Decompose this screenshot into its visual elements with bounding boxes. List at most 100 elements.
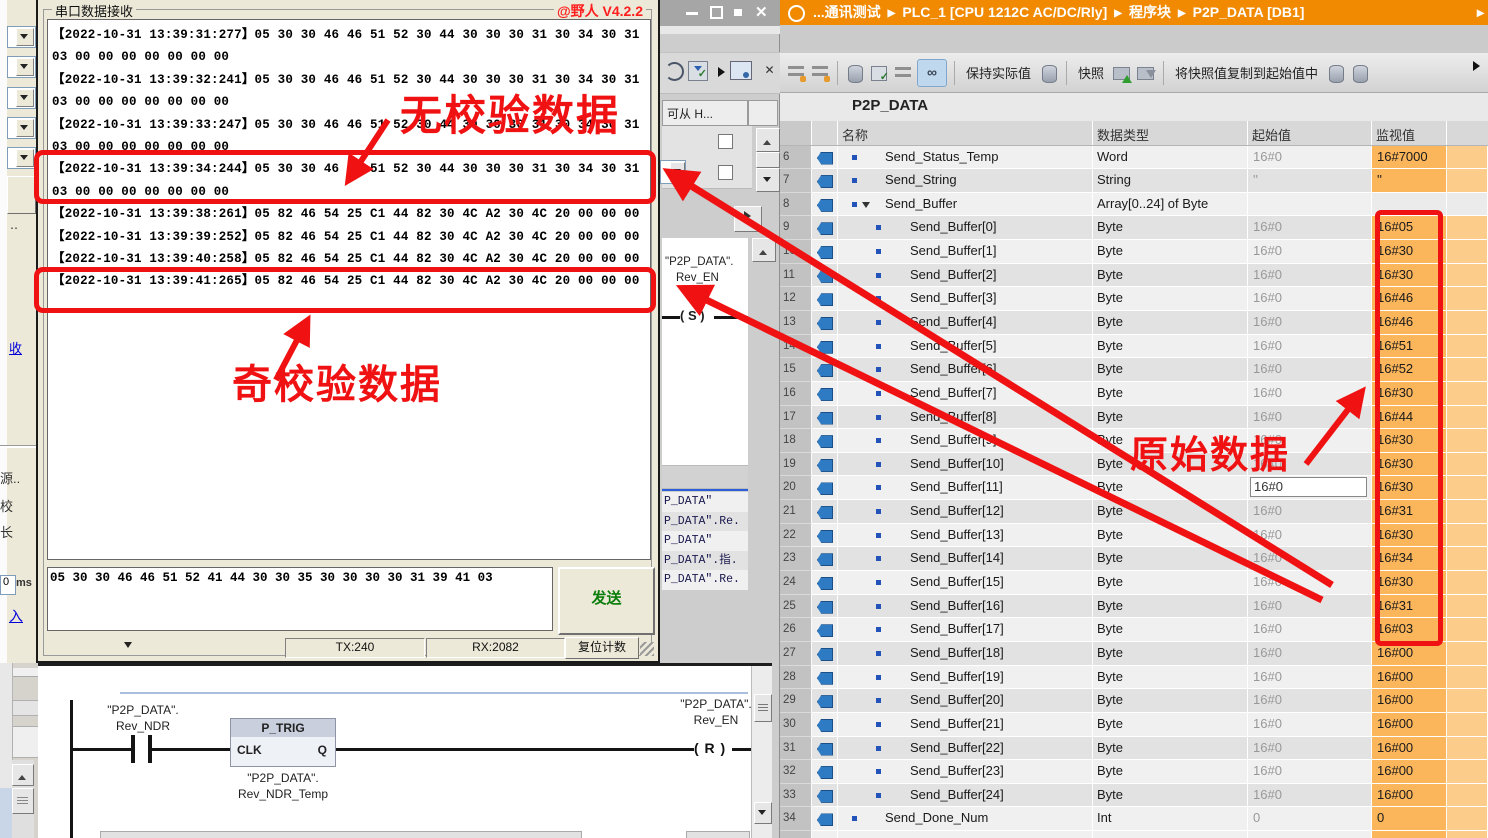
ms-input-fragment[interactable]: 0 (0, 575, 16, 595)
table-row[interactable]: 30Send_Buffer[21]Byte16#016#00 (780, 713, 1488, 737)
list-item[interactable]: P_DATA".指. (662, 551, 748, 571)
set-coil[interactable]: ( S ) (680, 308, 705, 323)
minimize-icon[interactable] (686, 12, 698, 15)
expand-right-button[interactable] (734, 206, 762, 232)
table-row[interactable]: 9Send_Buffer[0]Byte16#016#05 (780, 216, 1488, 240)
checkbox[interactable] (718, 134, 733, 149)
table-row[interactable]: 14Send_Buffer[5]Byte16#016#51 (780, 335, 1488, 359)
table-row[interactable]: 19Send_Buffer[10]Byte16#016#30 (780, 453, 1488, 477)
table-row[interactable]: 29Send_Buffer[20]Byte16#016#00 (780, 689, 1488, 713)
scrollbar-thumb[interactable] (754, 694, 772, 722)
monitor-all-icon[interactable]: ∞ (917, 59, 947, 87)
header-type[interactable]: 数据类型 (1093, 121, 1248, 145)
table-row[interactable]: 33Send_Buffer[24]Byte16#016#00 (780, 784, 1488, 808)
scrollbar-thumb[interactable] (12, 788, 34, 814)
window-user-icon[interactable] (730, 61, 752, 80)
keep-actual-label[interactable]: 保持实际值 (966, 63, 1031, 82)
import-link[interactable]: 入 (9, 606, 23, 626)
expand-icon[interactable] (718, 67, 730, 77)
table-row[interactable]: 10Send_Buffer[1]Byte16#016#30 (780, 240, 1488, 264)
chevron-down-icon[interactable] (16, 58, 34, 76)
send-button[interactable]: 发送 (558, 567, 655, 635)
contact-bar[interactable] (131, 735, 135, 763)
db-copy2-icon[interactable] (1350, 63, 1370, 83)
table-row[interactable]: 22Send_Buffer[13]Byte16#016#30 (780, 524, 1488, 548)
checkbox[interactable] (718, 165, 733, 180)
list-item[interactable]: P_DATA" (662, 492, 748, 512)
header-start[interactable]: 起始值 (1248, 121, 1372, 145)
table-row[interactable]: 20Send_Buffer[11]Byte16#016#30 (780, 476, 1488, 500)
table-row[interactable]: 12Send_Buffer[3]Byte16#016#46 (780, 287, 1488, 311)
list-icon[interactable] (893, 63, 913, 83)
scroll-up-button[interactable] (12, 764, 34, 786)
db-copy-icon[interactable] (1326, 63, 1346, 83)
scroll-up-button[interactable] (752, 238, 776, 262)
combo-fragment[interactable] (7, 56, 36, 78)
breadcrumb-project[interactable]: ...通讯测试 (813, 4, 881, 20)
table-row[interactable]: 34Send_Done_NumInt00 (780, 807, 1488, 831)
table-row[interactable]: 32Send_Buffer[23]Byte16#016#00 (780, 760, 1488, 784)
table-row[interactable]: 31Send_Buffer[22]Byte16#016#00 (780, 737, 1488, 761)
header-name[interactable]: 名称 (838, 121, 1093, 145)
receive-link[interactable]: 收 (9, 338, 22, 357)
combo-fragment[interactable] (7, 87, 36, 109)
table-row[interactable]: 6Send_Status_TempWord16#016#7000 (780, 146, 1488, 170)
keep-actual-icon[interactable] (845, 63, 865, 83)
breadcrumb-blocks[interactable]: 程序块 (1129, 4, 1171, 20)
toolbar-overflow-icon[interactable] (1473, 61, 1485, 71)
table-row[interactable]: 23Send_Buffer[14]Byte16#016#34 (780, 547, 1488, 571)
camera-down-icon[interactable] (1136, 63, 1156, 83)
table-row[interactable]: 17Send_Buffer[8]Byte16#016#44 (780, 406, 1488, 430)
breadcrumb-plc[interactable]: PLC_1 [CPU 1212C AC/DC/Rly] (902, 4, 1107, 20)
table-row[interactable]: 27Send_Buffer[18]Byte16#016#00 (780, 642, 1488, 666)
start-value-editbox[interactable]: 16#0 (1250, 477, 1367, 497)
scrollbar[interactable] (751, 666, 772, 838)
table-row[interactable]: 16Send_Buffer[7]Byte16#016#30 (780, 382, 1488, 406)
table-row[interactable]: 18Send_Buffer[9]Byte16#016#30 (780, 429, 1488, 453)
pane-close-icon[interactable]: ✕ (762, 63, 777, 79)
reset-count-button[interactable]: 复位计数 (565, 637, 639, 659)
expand-caret-icon[interactable] (862, 202, 870, 212)
chevron-down-icon[interactable] (16, 28, 34, 46)
list-item[interactable]: P_DATA".Re. (662, 512, 748, 532)
rx-area[interactable]: 【2022-10-31 13:39:31:277】05 30 30 46 46 … (47, 19, 651, 560)
chevron-down-icon[interactable] (16, 89, 34, 107)
snapshot-label[interactable]: 快照 (1078, 63, 1104, 82)
clk-pin[interactable]: CLK (237, 743, 262, 757)
chevron-down-icon[interactable] (16, 119, 34, 137)
breadcrumb-db[interactable]: P2P_DATA [DB1] (1193, 4, 1305, 20)
breadcrumb-overflow-icon[interactable]: ▸ (1477, 0, 1484, 25)
table-row[interactable]: 8Send_BufferArray[0..24] of Byte (780, 193, 1488, 217)
copy-snapshot-label[interactable]: 将快照值复制到起始值中 (1175, 63, 1318, 82)
combo-fragment[interactable] (7, 117, 36, 139)
combo-fragment[interactable] (7, 147, 36, 169)
table-row[interactable]: 25Send_Buffer[16]Byte16#016#31 (780, 595, 1488, 619)
close-icon[interactable]: ✕ (755, 3, 768, 21)
list-item[interactable]: P_DATA".Re. (662, 570, 748, 590)
reset-coil[interactable]: ( R ) (694, 740, 726, 756)
scroll-up-button[interactable] (756, 128, 780, 152)
list-item[interactable]: P_DATA" (662, 531, 748, 551)
combo-fragment[interactable] (7, 26, 36, 48)
chevron-down-icon[interactable] (124, 642, 132, 652)
insert-row-icon[interactable] (786, 63, 806, 83)
table-row[interactable]: 13Send_Buffer[4]Byte16#016#46 (780, 311, 1488, 335)
download-icon[interactable]: ✓ (688, 61, 708, 81)
chevron-down-icon[interactable] (16, 149, 34, 167)
edit-check-icon[interactable]: ✓ (869, 63, 889, 83)
chevron-down-icon[interactable] (670, 162, 685, 182)
table-row[interactable]: 15Send_Buffer[6]Byte16#016#52 (780, 358, 1488, 382)
table-row[interactable]: 28Send_Buffer[19]Byte16#016#00 (780, 666, 1488, 690)
scrollbar-thumb[interactable] (756, 152, 780, 168)
combo-fragment[interactable] (660, 160, 686, 184)
table-row[interactable]: 26Send_Buffer[17]Byte16#016#03 (780, 618, 1488, 642)
scroll-down-button[interactable] (756, 168, 780, 192)
q-pin[interactable]: Q (318, 743, 327, 757)
header-monitor[interactable]: 监视值 (1372, 121, 1447, 145)
restore-icon[interactable] (710, 6, 723, 19)
scroll-down-button[interactable] (754, 802, 772, 824)
camera-up-icon[interactable] (1112, 63, 1132, 83)
table-row[interactable]: 7Send_StringString'''' (780, 169, 1488, 193)
db-cylinder-icon[interactable] (1039, 63, 1059, 83)
insert-row-after-icon[interactable] (810, 63, 830, 83)
